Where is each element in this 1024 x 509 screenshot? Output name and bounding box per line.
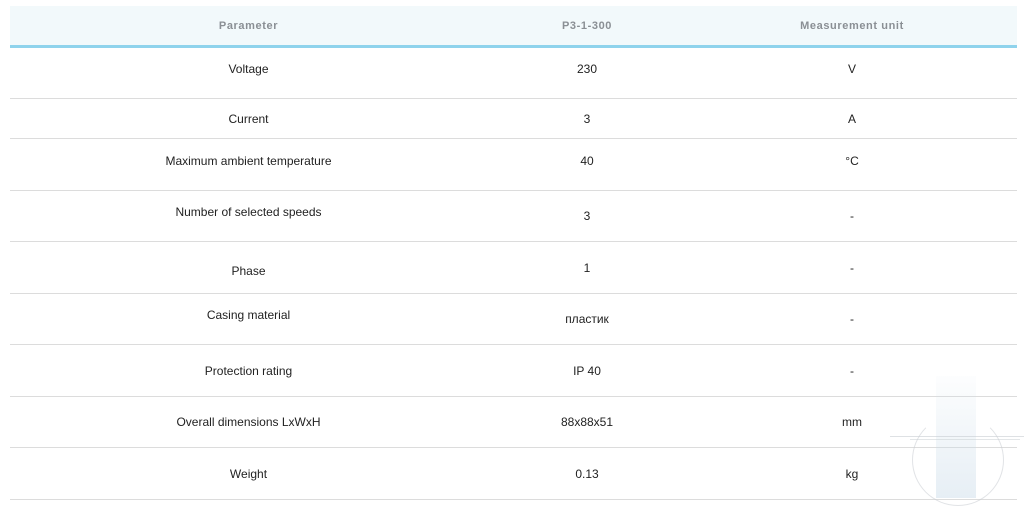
table-row: Protection rating IP 40 - (10, 344, 1017, 397)
unit-cell: kg (687, 447, 1017, 500)
table-row: Current 3 A (10, 98, 1017, 139)
parameter-name: Protection rating (204, 363, 293, 378)
parameter-cell: Maximum ambient temperature (10, 138, 487, 191)
parameter-cell: Number of selected speeds (10, 190, 487, 242)
parameter-value: 230 (576, 62, 598, 76)
table-row: Phase 1 - (10, 241, 1017, 294)
parameter-cell: Phase (10, 241, 487, 294)
parameter-cell: Casing material (10, 293, 487, 345)
parameter-cell: Current (10, 98, 487, 139)
parameter-name: Voltage (228, 62, 269, 76)
parameter-value: пластик (565, 312, 609, 326)
value-cell: IP 40 (487, 344, 687, 397)
unit-cell: - (687, 293, 1017, 345)
table-row: Casing material пластик - (10, 293, 1017, 345)
parameter-name: Overall dimensions LxWxH (176, 415, 321, 429)
parameter-unit: V (847, 62, 856, 76)
parameter-value: 3 (583, 111, 591, 126)
parameter-value: 3 (583, 209, 591, 223)
specification-table: Parameter P3-1-300 Measurement unit Volt… (10, 6, 1017, 500)
parameter-cell: Overall dimensions LxWxH (10, 396, 487, 448)
value-cell: пластик (487, 293, 687, 345)
parameter-value: 1 (583, 260, 591, 275)
parameter-cell: Protection rating (10, 344, 487, 397)
parameter-unit: mm (842, 415, 862, 429)
table-row: Weight 0.13 kg (10, 447, 1017, 500)
value-cell: 3 (487, 98, 687, 139)
value-cell: 1 (487, 241, 687, 294)
unit-cell: °C (687, 138, 1017, 191)
unit-cell: - (687, 190, 1017, 242)
parameter-cell: Voltage (10, 46, 487, 99)
parameter-value: 0.13 (575, 466, 599, 481)
parameter-unit: kg (845, 466, 859, 481)
value-cell: 40 (487, 138, 687, 191)
parameter-value: 88x88x51 (560, 415, 614, 429)
unit-cell: - (687, 344, 1017, 397)
column-header-parameter: Parameter (10, 6, 487, 48)
table-header: Parameter P3-1-300 Measurement unit (10, 6, 1017, 48)
parameter-name: Casing material (206, 308, 291, 322)
parameter-unit: - (850, 209, 854, 223)
parameter-cell: Weight (10, 447, 487, 500)
parameter-unit: - (850, 312, 854, 326)
page: Parameter P3-1-300 Measurement unit Volt… (0, 0, 1024, 509)
table-row: Overall dimensions LxWxH 88x88x51 mm (10, 396, 1017, 448)
parameter-name: Current (228, 111, 269, 126)
value-cell: 88x88x51 (487, 396, 687, 448)
parameter-name: Phase (231, 263, 266, 278)
column-header-model: P3-1-300 (487, 6, 687, 48)
unit-cell: V (687, 46, 1017, 99)
parameter-name: Number of selected speeds (175, 205, 322, 219)
parameter-unit: °C (845, 153, 859, 168)
table-row: Voltage 230 V (10, 46, 1017, 99)
parameter-unit: - (850, 363, 854, 378)
parameter-name: Maximum ambient temperature (165, 153, 332, 168)
table-row: Number of selected speeds 3 - (10, 190, 1017, 242)
parameter-value: IP 40 (573, 363, 601, 378)
unit-cell: mm (687, 396, 1017, 448)
value-cell: 3 (487, 190, 687, 242)
parameter-unit: A (847, 111, 856, 126)
value-cell: 230 (487, 46, 687, 99)
table-row: Maximum ambient temperature 40 °C (10, 138, 1017, 191)
column-header-unit: Measurement unit (687, 6, 1017, 48)
parameter-name: Weight (229, 466, 268, 481)
parameter-unit: - (850, 260, 854, 275)
unit-cell: - (687, 241, 1017, 294)
header-row: Parameter P3-1-300 Measurement unit (10, 6, 1017, 48)
value-cell: 0.13 (487, 447, 687, 500)
table-body: Voltage 230 V Current 3 A Maximum ambien… (10, 46, 1017, 500)
unit-cell: A (687, 98, 1017, 139)
parameter-value: 40 (580, 153, 594, 168)
